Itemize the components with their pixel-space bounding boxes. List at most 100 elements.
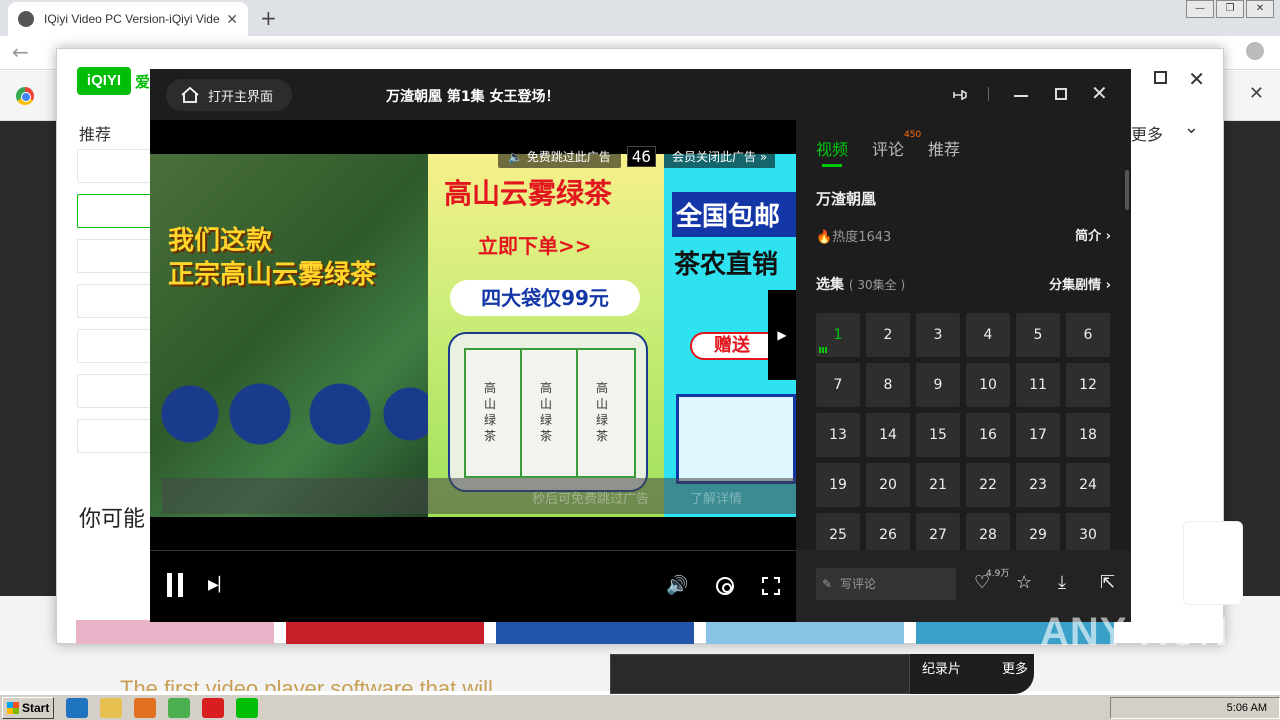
episode-button[interactable]: 13 xyxy=(816,413,860,457)
episode-button[interactable]: 7 xyxy=(816,363,860,407)
share-icon[interactable]: ⇱ xyxy=(1100,572,1115,593)
episode-button[interactable]: 5 xyxy=(1016,313,1060,357)
list-item[interactable] xyxy=(77,194,157,228)
pause-icon[interactable] xyxy=(166,573,184,597)
back-arrow-icon[interactable]: ← xyxy=(12,40,29,64)
episode-button[interactable]: 23 xyxy=(1016,463,1060,507)
episode-button[interactable]: 19 xyxy=(816,463,860,507)
episode-button[interactable]: 29 xyxy=(1016,513,1060,550)
video-area[interactable]: 我们这款 正宗高山云雾绿茶 高山云雾绿茶 立即下单>> 四大袋仅99元 高山绿茶… xyxy=(150,120,796,550)
ie-icon[interactable] xyxy=(66,697,88,718)
open-main-window-button[interactable]: 打开主界面 xyxy=(166,79,292,111)
thumbnail[interactable] xyxy=(286,620,484,644)
episode-button[interactable]: 25 xyxy=(816,513,860,550)
tab-comments[interactable]: 评论 450 xyxy=(872,130,921,160)
nav-more[interactable]: 更多 xyxy=(1131,121,1163,145)
media-player-icon[interactable] xyxy=(134,697,156,718)
new-tab-button[interactable]: + xyxy=(260,6,277,30)
maximize-icon[interactable] xyxy=(1154,71,1167,84)
pin-icon[interactable] xyxy=(950,85,970,105)
list-item[interactable] xyxy=(77,239,157,273)
browser-tab[interactable]: IQiyi Video PC Version-iQiyi Video Of ✕ xyxy=(8,2,248,36)
thumbnail[interactable] xyxy=(706,620,904,644)
you-may-like-heading: 你可能 xyxy=(79,507,146,532)
settings-icon[interactable] xyxy=(716,577,734,595)
episode-button[interactable]: 11 xyxy=(1016,363,1060,407)
vip-close-ad-button[interactable]: 会员关闭此广告 » xyxy=(664,144,776,168)
panel-toggle-arrow-icon[interactable]: ▶ xyxy=(768,290,796,380)
pen-icon: ✎ xyxy=(822,577,833,591)
chevron-down-icon[interactable]: ⌄ xyxy=(1184,117,1199,138)
episode-button[interactable]: 2 xyxy=(866,313,910,357)
list-item[interactable] xyxy=(77,329,157,363)
episode-button[interactable]: 30 xyxy=(1066,513,1110,550)
list-item[interactable] xyxy=(77,374,157,408)
close-icon[interactable]: ✕ xyxy=(1188,67,1205,91)
tab-close-icon[interactable]: ✕ xyxy=(226,11,238,28)
episode-button[interactable]: 21 xyxy=(916,463,960,507)
chrome-taskbar-icon[interactable] xyxy=(168,697,190,718)
iqiyi-player-window: 打开主界面 万渣朝凰 第1集 女王登场！ ✕ 我们这款 正宗高山云雾绿茶 高山云… xyxy=(150,69,1131,622)
tab-video[interactable]: 视频 xyxy=(816,136,848,167)
preview-thumbnail[interactable] xyxy=(610,654,910,694)
episode-button[interactable]: 4 xyxy=(966,313,1010,357)
ad-learn-more[interactable]: 了解详情 xyxy=(690,488,742,507)
episode-button[interactable]: 24 xyxy=(1066,463,1110,507)
tea-bag-label: 高山绿茶 xyxy=(484,381,497,443)
comment-input[interactable]: ✎ 写评论 xyxy=(816,568,956,600)
list-item[interactable] xyxy=(77,419,157,453)
episode-button[interactable]: 15 xyxy=(916,413,960,457)
episode-button[interactable]: 17 xyxy=(1016,413,1060,457)
episode-button[interactable]: 28 xyxy=(966,513,1010,550)
thumbnail[interactable] xyxy=(76,620,274,644)
episode-button[interactable]: 16 xyxy=(966,413,1010,457)
folder-icon[interactable] xyxy=(100,697,122,718)
tab-recommend[interactable]: 推荐 xyxy=(928,136,960,160)
episode-button[interactable]: 12 xyxy=(1066,363,1110,407)
heat-label: 热度1643 xyxy=(832,230,892,245)
maximize-icon[interactable] xyxy=(1055,88,1067,100)
episode-button[interactable]: 22 xyxy=(966,463,1010,507)
profile-icon[interactable] xyxy=(1246,42,1264,60)
documentary-link[interactable]: 纪录片 xyxy=(922,658,961,677)
episode-button[interactable]: 6 xyxy=(1066,313,1110,357)
panel-scrollbar[interactable] xyxy=(1125,170,1129,210)
episode-button[interactable]: 10 xyxy=(966,363,1010,407)
start-button[interactable]: Start xyxy=(2,696,54,719)
iqiyi-taskbar-icon[interactable] xyxy=(236,697,258,718)
like-icon[interactable]: ♡ xyxy=(974,572,990,593)
episode-button[interactable]: 18 xyxy=(1066,413,1110,457)
fullscreen-icon[interactable] xyxy=(762,577,780,595)
download-icon[interactable]: ⤓ xyxy=(1058,572,1066,593)
minimize-button[interactable]: — xyxy=(1186,0,1214,18)
minimize-icon[interactable] xyxy=(1014,95,1028,97)
episode-button[interactable]: 20 xyxy=(866,463,910,507)
side-widget[interactable] xyxy=(1183,521,1243,605)
close-icon[interactable]: ✕ xyxy=(1091,81,1108,105)
episode-button[interactable]: 26 xyxy=(866,513,910,550)
window-close-button[interactable]: ✕ xyxy=(1246,0,1274,18)
plot-by-episode-link[interactable]: 分集剧情 › xyxy=(1049,274,1111,293)
intro-link[interactable]: 简介 › xyxy=(1075,225,1111,244)
more-link[interactable]: 更多 xyxy=(1002,658,1028,677)
ad-banner[interactable]: 我们这款 正宗高山云雾绿茶 高山云雾绿茶 立即下单>> 四大袋仅99元 高山绿茶… xyxy=(150,154,796,517)
skip-ad-button[interactable]: 🔈 免费跳过此广告 xyxy=(498,144,621,168)
episode-button[interactable]: 14 xyxy=(866,413,910,457)
star-icon[interactable]: ☆ xyxy=(1016,572,1032,593)
list-item[interactable] xyxy=(77,284,157,318)
episode-button[interactable]: 3 xyxy=(916,313,960,357)
opera-icon[interactable] xyxy=(202,697,224,718)
infobar-close-icon[interactable]: ✕ xyxy=(1249,83,1264,104)
episode-button[interactable]: 1 xyxy=(816,313,860,357)
thumbnail[interactable] xyxy=(496,620,694,644)
list-item[interactable] xyxy=(77,149,157,183)
episode-button[interactable]: 9 xyxy=(916,363,960,407)
anyrun-watermark: ANY RUN xyxy=(1040,610,1229,654)
episode-button[interactable]: 8 xyxy=(866,363,910,407)
next-episode-icon[interactable]: ▶▏ xyxy=(208,577,230,593)
restore-button[interactable]: ❐ xyxy=(1216,0,1244,18)
episode-button[interactable]: 27 xyxy=(916,513,960,550)
hover-preview-popup: 纪录片 更多 xyxy=(610,654,1034,694)
nav-recommend[interactable]: 推荐 xyxy=(79,121,111,145)
volume-icon[interactable]: 🔊 xyxy=(666,575,688,596)
